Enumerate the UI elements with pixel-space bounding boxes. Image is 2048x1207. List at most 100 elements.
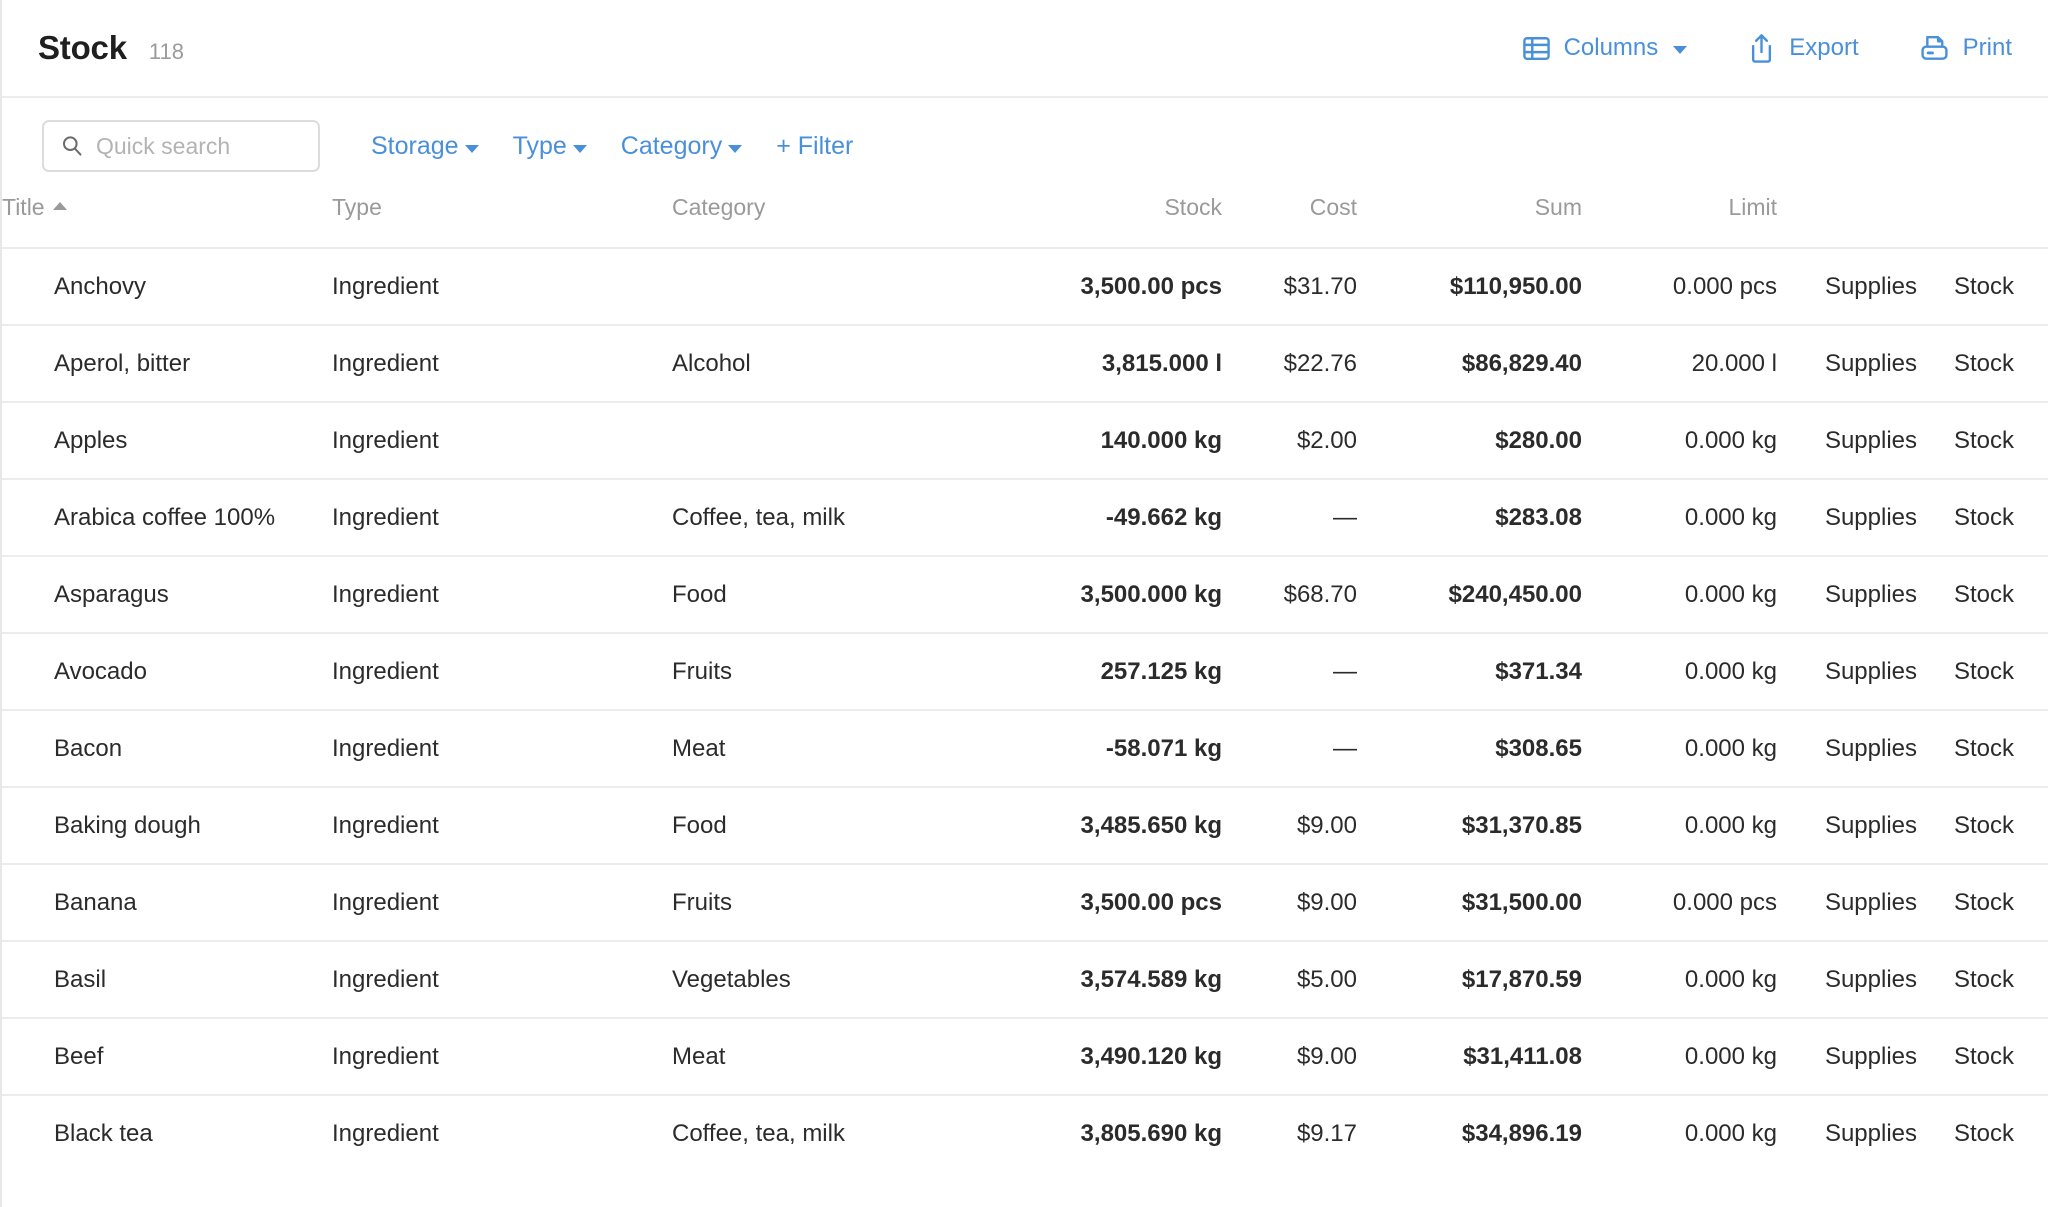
cell-category: Meat (672, 710, 1012, 787)
stock-link[interactable]: Stock (1917, 1018, 2048, 1095)
column-header-action2 (1917, 194, 2048, 248)
table-row[interactable]: Baking doughIngredientFood3,485.650 kg$9… (2, 787, 2048, 864)
table-row[interactable]: BaconIngredientMeat-58.071 kg—$308.650.0… (2, 710, 2048, 787)
columns-button-label: Columns (1564, 34, 1659, 62)
cell-title: Aperol, bitter (2, 325, 332, 402)
filter-category-label: Category (621, 132, 722, 161)
stock-link[interactable]: Stock (1917, 1095, 2048, 1172)
filter-links: Storage Type Category + Filter (354, 132, 870, 161)
cell-limit: 0.000 kg (1582, 941, 1777, 1018)
table-row[interactable]: AvocadoIngredientFruits257.125 kg—$371.3… (2, 633, 2048, 710)
export-share-icon (1747, 33, 1776, 64)
filter-type[interactable]: Type (496, 132, 604, 161)
cell-stock: 257.125 kg (1012, 633, 1222, 710)
add-filter-button[interactable]: + Filter (759, 132, 870, 161)
cell-cost: — (1222, 633, 1357, 710)
cell-limit: 0.000 kg (1582, 402, 1777, 479)
filter-category[interactable]: Category (604, 132, 759, 161)
supplies-link[interactable]: Supplies (1777, 941, 1917, 1018)
table-row[interactable]: Arabica coffee 100%IngredientCoffee, tea… (2, 479, 2048, 556)
cell-type: Ingredient (332, 402, 672, 479)
column-header-category[interactable]: Category (672, 194, 1012, 248)
supplies-link[interactable]: Supplies (1777, 787, 1917, 864)
supplies-link[interactable]: Supplies (1777, 325, 1917, 402)
table-row[interactable]: Aperol, bitterIngredientAlcohol3,815.000… (2, 325, 2048, 402)
filter-storage[interactable]: Storage (354, 132, 496, 161)
cell-cost: $5.00 (1222, 941, 1357, 1018)
cell-type: Ingredient (332, 941, 672, 1018)
supplies-link[interactable]: Supplies (1777, 556, 1917, 633)
stock-link[interactable]: Stock (1917, 402, 2048, 479)
column-header-sum[interactable]: Sum (1357, 194, 1582, 248)
search-box[interactable] (42, 120, 320, 172)
table-row[interactable]: AsparagusIngredientFood3,500.000 kg$68.7… (2, 556, 2048, 633)
supplies-link[interactable]: Supplies (1777, 864, 1917, 941)
supplies-link[interactable]: Supplies (1777, 633, 1917, 710)
cell-cost: $9.00 (1222, 864, 1357, 941)
stock-page: Stock 118 Columns (0, 0, 2048, 1207)
cell-limit: 0.000 pcs (1582, 864, 1777, 941)
print-button[interactable]: Print (1919, 33, 2012, 64)
cell-stock: 140.000 kg (1012, 402, 1222, 479)
cell-type: Ingredient (332, 479, 672, 556)
cell-title: Apples (2, 402, 332, 479)
printer-icon (1919, 33, 1950, 64)
column-header-stock[interactable]: Stock (1012, 194, 1222, 248)
supplies-link[interactable]: Supplies (1777, 402, 1917, 479)
stock-link[interactable]: Stock (1917, 864, 2048, 941)
stock-link[interactable]: Stock (1917, 941, 2048, 1018)
search-icon (60, 134, 84, 158)
cell-category: Coffee, tea, milk (672, 479, 1012, 556)
cell-category: Food (672, 556, 1012, 633)
supplies-link[interactable]: Supplies (1777, 1018, 1917, 1095)
cell-title: Basil (2, 941, 332, 1018)
stock-link[interactable]: Stock (1917, 710, 2048, 787)
cell-title: Avocado (2, 633, 332, 710)
table-row[interactable]: Black teaIngredientCoffee, tea, milk3,80… (2, 1095, 2048, 1172)
table-row[interactable]: BananaIngredientFruits3,500.00 pcs$9.00$… (2, 864, 2048, 941)
table-row[interactable]: AnchovyIngredient3,500.00 pcs$31.70$110,… (2, 248, 2048, 325)
cell-stock: 3,500.00 pcs (1012, 864, 1222, 941)
supplies-link[interactable]: Supplies (1777, 248, 1917, 325)
record-count: 118 (149, 39, 184, 65)
cell-sum: $371.34 (1357, 633, 1582, 710)
cell-sum: $31,500.00 (1357, 864, 1582, 941)
export-button[interactable]: Export (1747, 33, 1858, 64)
chevron-down-icon (728, 145, 742, 153)
cell-category: Fruits (672, 633, 1012, 710)
column-header-cost[interactable]: Cost (1222, 194, 1357, 248)
column-header-title[interactable]: Title (2, 194, 332, 248)
cell-type: Ingredient (332, 864, 672, 941)
table-row[interactable]: BeefIngredientMeat3,490.120 kg$9.00$31,4… (2, 1018, 2048, 1095)
cell-title: Baking dough (2, 787, 332, 864)
stock-link[interactable]: Stock (1917, 479, 2048, 556)
export-button-label: Export (1789, 34, 1858, 62)
cell-limit: 0.000 kg (1582, 479, 1777, 556)
column-header-limit[interactable]: Limit (1582, 194, 1777, 248)
column-header-type[interactable]: Type (332, 194, 672, 248)
columns-button[interactable]: Columns (1522, 34, 1688, 63)
search-input[interactable] (96, 133, 306, 160)
cell-cost: $31.70 (1222, 248, 1357, 325)
cell-sum: $240,450.00 (1357, 556, 1582, 633)
stock-link[interactable]: Stock (1917, 325, 2048, 402)
cell-limit: 0.000 pcs (1582, 248, 1777, 325)
cell-cost: $22.76 (1222, 325, 1357, 402)
cell-stock: 3,490.120 kg (1012, 1018, 1222, 1095)
cell-limit: 0.000 kg (1582, 1018, 1777, 1095)
cell-stock: -58.071 kg (1012, 710, 1222, 787)
table-row[interactable]: BasilIngredientVegetables3,574.589 kg$5.… (2, 941, 2048, 1018)
cell-sum: $86,829.40 (1357, 325, 1582, 402)
cell-limit: 0.000 kg (1582, 633, 1777, 710)
cell-title: Anchovy (2, 248, 332, 325)
supplies-link[interactable]: Supplies (1777, 710, 1917, 787)
stock-link[interactable]: Stock (1917, 633, 2048, 710)
stock-link[interactable]: Stock (1917, 248, 2048, 325)
table-row[interactable]: ApplesIngredient140.000 kg$2.00$280.000.… (2, 402, 2048, 479)
supplies-link[interactable]: Supplies (1777, 1095, 1917, 1172)
supplies-link[interactable]: Supplies (1777, 479, 1917, 556)
cell-stock: 3,574.589 kg (1012, 941, 1222, 1018)
stock-link[interactable]: Stock (1917, 556, 2048, 633)
chevron-down-icon (1673, 46, 1687, 54)
stock-link[interactable]: Stock (1917, 787, 2048, 864)
